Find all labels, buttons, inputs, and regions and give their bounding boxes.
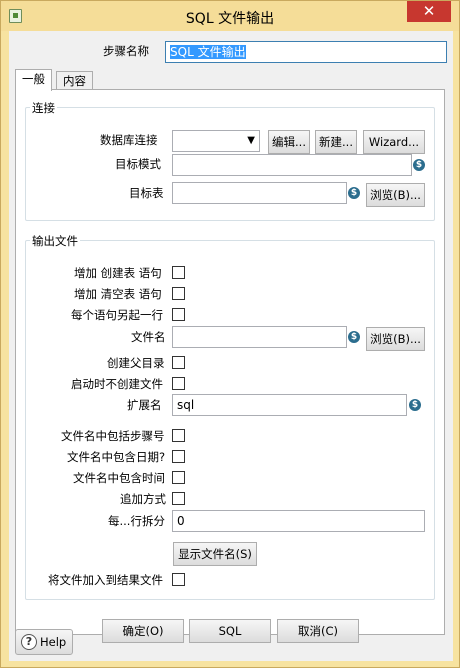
help-button[interactable]: ? Help (15, 629, 74, 655)
title-bar[interactable]: SQL 文件输出 ✕ (1, 1, 459, 31)
include-date-label: 文件名中包含日期? (67, 450, 166, 464)
create-parent-label: 创建父目录 (107, 356, 165, 370)
window-title: SQL 文件输出 (185, 11, 275, 27)
tab-general[interactable]: 一般 (15, 69, 52, 91)
output-file-group-title: 输出文件 (30, 233, 80, 249)
cancel-button[interactable]: 取消(C) (277, 619, 359, 643)
new-line-label: 每个语句另起一行 (71, 308, 163, 322)
append-label: 追加方式 (120, 492, 166, 506)
step-name-label: 步骤名称 (103, 44, 149, 58)
add-to-result-label: 将文件加入到结果文件 (48, 573, 163, 587)
target-schema-input[interactable] (172, 154, 412, 176)
step-name-input[interactable]: SQL 文件输出 (165, 41, 447, 63)
add-create-label: 增加 创建表 语句 (74, 266, 162, 280)
include-stepnr-checkbox[interactable] (172, 429, 185, 442)
ok-button[interactable]: 确定(O) (102, 619, 184, 643)
extension-label: 扩展名 (127, 398, 162, 412)
split-every-input[interactable]: 0 (172, 510, 425, 532)
add-truncate-label: 增加 清空表 语句 (74, 287, 162, 301)
include-stepnr-label: 文件名中包括步骤号 (61, 429, 165, 443)
include-date-checkbox[interactable] (172, 450, 185, 463)
add-to-result-checkbox[interactable] (172, 573, 185, 586)
wizard-button[interactable]: Wizard... (363, 130, 425, 154)
dialog-window: SQL 文件输出 ✕ 步骤名称 SQL 文件输出 一般 内容 连接 数据库连接 … (0, 0, 460, 668)
show-filenames-button[interactable]: 显示文件名(S) (173, 542, 257, 566)
tab-panel-general: 连接 数据库连接 ▼ 编辑... 新建... Wizard... 目标模式 $ … (15, 89, 445, 635)
split-every-label: 每...行拆分 (108, 514, 165, 528)
filename-input[interactable] (172, 326, 347, 348)
tab-content[interactable]: 内容 (56, 71, 93, 90)
variable-icon: $ (348, 187, 360, 199)
db-connection-select[interactable]: ▼ (172, 130, 260, 152)
include-time-label: 文件名中包含时间 (73, 471, 165, 485)
target-schema-label: 目标模式 (115, 157, 161, 171)
target-table-input[interactable] (172, 182, 347, 204)
step-name-value: SQL 文件输出 (170, 45, 246, 59)
new-line-checkbox[interactable] (172, 308, 185, 321)
connection-group-title: 连接 (30, 100, 57, 116)
include-time-checkbox[interactable] (172, 471, 185, 484)
append-checkbox[interactable] (172, 492, 185, 505)
filename-label: 文件名 (131, 330, 166, 344)
dialog-body: 步骤名称 SQL 文件输出 一般 内容 连接 数据库连接 ▼ 编辑... 新建.… (9, 31, 453, 661)
help-label: Help (40, 635, 67, 649)
extension-input[interactable]: sql (172, 394, 407, 416)
browse-table-button[interactable]: 浏览(B)... (366, 183, 425, 207)
add-truncate-checkbox[interactable] (172, 287, 185, 300)
chevron-down-icon: ▼ (247, 135, 255, 146)
no-create-at-start-checkbox[interactable] (172, 377, 185, 390)
add-create-checkbox[interactable] (172, 266, 185, 279)
target-table-label: 目标表 (129, 186, 164, 200)
close-button[interactable]: ✕ (407, 1, 451, 22)
question-mark-icon: ? (21, 634, 37, 650)
variable-icon: $ (409, 399, 421, 411)
new-connection-button[interactable]: 新建... (315, 130, 357, 154)
create-parent-checkbox[interactable] (172, 356, 185, 369)
variable-icon: $ (348, 331, 360, 343)
sql-button[interactable]: SQL (189, 619, 271, 643)
no-create-at-start-label: 启动时不创建文件 (71, 377, 163, 391)
edit-connection-button[interactable]: 编辑... (268, 130, 310, 154)
db-connection-label: 数据库连接 (100, 133, 158, 147)
variable-icon: $ (413, 159, 425, 171)
browse-file-button[interactable]: 浏览(B)... (366, 327, 425, 351)
